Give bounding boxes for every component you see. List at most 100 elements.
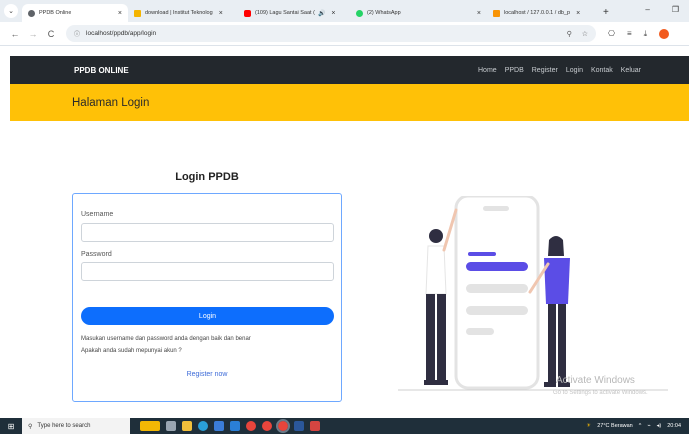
person-leg — [558, 304, 566, 382]
reading-list-icon[interactable]: ≡ — [627, 29, 632, 38]
audio-icon[interactable]: 🔊 — [318, 10, 325, 17]
phone-bar-accent — [466, 262, 528, 271]
taskbar-apps — [140, 419, 320, 433]
restore-icon[interactable]: ❐ — [672, 5, 679, 14]
word-icon[interactable] — [294, 421, 304, 431]
nav-link-ppdb[interactable]: PPDB — [505, 67, 524, 74]
nav-links: Home PPDB Register Login Kontak Keluar — [478, 67, 641, 74]
username-input[interactable] — [81, 223, 334, 242]
back-icon[interactable]: ← — [8, 29, 22, 39]
password-label: Password — [81, 251, 112, 258]
site-info-icon[interactable]: ⓘ — [74, 29, 80, 38]
phone-bar — [466, 284, 528, 293]
person-leg — [548, 304, 556, 382]
weather-icon: ☀ — [586, 423, 592, 429]
address-bar: ← → C ⓘ localhost/ppdb/app/login ⚲ ☆ ⎔ ≡… — [0, 22, 689, 46]
zoom-icon[interactable]: ⚲ — [567, 30, 572, 38]
globe-icon — [28, 9, 35, 17]
tab-whatsapp[interactable]: (2) WhatsApp × — [350, 4, 487, 22]
url-text: localhost/ppdb/app/login — [86, 30, 157, 37]
close-icon[interactable]: × — [477, 10, 481, 17]
system-tray: ☀ 27°C Berawan ^ ⌁ ◂) 20:04 — [586, 423, 681, 429]
weather-widget-icon[interactable] — [140, 421, 160, 431]
chrome-icon[interactable] — [246, 421, 256, 431]
close-icon[interactable]: × — [576, 10, 580, 17]
volume-icon[interactable]: ◂) — [657, 423, 662, 429]
download-icon[interactable]: ⤓ — [644, 29, 648, 39]
nav-link-home[interactable]: Home — [478, 67, 497, 74]
phone-bar — [466, 306, 528, 315]
tab-ppdb-online[interactable]: PPDB Online × — [22, 4, 128, 22]
profile-avatar[interactable] — [659, 28, 670, 39]
file-explorer-icon[interactable] — [182, 421, 192, 431]
youtube-icon — [244, 9, 251, 17]
chrome-profile-icon[interactable] — [262, 421, 272, 431]
tab-youtube[interactable]: (109) Lagu Santai Saat ( 🔊 × — [238, 4, 350, 22]
person-head — [429, 229, 443, 243]
nav-link-kontak[interactable]: Kontak — [591, 67, 613, 74]
person-arm — [442, 208, 458, 252]
person-shoe — [436, 380, 448, 385]
vscode-icon[interactable] — [230, 421, 240, 431]
login-button[interactable]: Login — [81, 307, 334, 325]
person-leg — [437, 294, 446, 380]
person-shoe — [424, 380, 436, 385]
activate-windows-subtitle: Go to Settings to activate Windows. — [553, 390, 648, 396]
store-icon[interactable] — [214, 421, 224, 431]
taskbar: ⊞ ⚲ Type here to search ☀ 27°C Berawan ^… — [0, 418, 689, 434]
taskbar-search[interactable]: ⚲ Type here to search — [22, 418, 130, 434]
bookmark-star-icon[interactable]: ☆ — [582, 30, 588, 38]
edge-icon[interactable] — [198, 421, 208, 431]
app-icon[interactable] — [310, 421, 320, 431]
account-question: Apakah anda sudah mepunyai akun ? — [81, 348, 182, 354]
login-illustration — [398, 196, 668, 391]
person-shoe — [544, 382, 556, 387]
site-navbar: PPDB ONLINE Home PPDB Register Login Kon… — [10, 56, 689, 84]
person-hair — [548, 236, 564, 256]
page-title: Halaman Login — [72, 96, 150, 109]
page-header: Halaman Login — [10, 84, 689, 121]
task-view-icon[interactable] — [166, 421, 176, 431]
login-title: Login PPDB — [175, 171, 239, 183]
new-tab-button[interactable]: + — [603, 7, 609, 18]
nav-link-keluar[interactable]: Keluar — [621, 67, 641, 74]
register-link[interactable]: Register now — [73, 371, 341, 378]
tab-search-button[interactable]: ⌄ — [4, 4, 18, 18]
close-icon[interactable]: × — [331, 10, 335, 17]
navbar-brand[interactable]: PPDB ONLINE — [74, 66, 129, 75]
whatsapp-icon — [356, 9, 363, 17]
url-input[interactable]: ⓘ localhost/ppdb/app/login ⚲ ☆ — [66, 25, 596, 42]
tab-phpmyadmin[interactable]: localhost / 127.0.0.1 / db_p × — [487, 4, 597, 22]
login-card: Username Password Login Masukan username… — [72, 193, 342, 402]
tray-chevron-icon[interactable]: ^ — [639, 423, 642, 429]
close-icon[interactable]: × — [118, 10, 122, 17]
clock[interactable]: 20:04 — [667, 423, 681, 429]
nav-link-register[interactable]: Register — [532, 67, 558, 74]
password-input[interactable] — [81, 262, 334, 281]
phone-bar-short — [466, 328, 494, 335]
login-instruction: Masukan username dan password anda denga… — [81, 336, 251, 342]
phone-speaker — [483, 206, 509, 211]
weather-text[interactable]: 27°C Berawan — [597, 423, 633, 429]
search-icon: ⚲ — [28, 423, 33, 430]
network-icon[interactable]: ⌁ — [647, 423, 650, 429]
extensions-icon[interactable]: ⎔ — [608, 29, 615, 38]
phone-line — [468, 252, 496, 256]
windows-start-icon[interactable]: ⊞ — [0, 418, 22, 434]
username-label: Username — [81, 211, 114, 218]
nav-link-login[interactable]: Login — [566, 67, 583, 74]
forward-icon[interactable]: → — [26, 29, 40, 39]
person-leg — [426, 294, 435, 380]
person-shirt — [425, 245, 447, 295]
tab-download[interactable]: download | Institut Teknolog × — [128, 4, 238, 22]
activate-windows-title: Activate Windows — [556, 375, 635, 386]
chrome-active-icon[interactable] — [276, 419, 290, 433]
window-controls: – ❐ — [645, 5, 679, 14]
folder-icon — [134, 9, 141, 17]
close-icon[interactable]: × — [219, 10, 223, 17]
reload-icon[interactable]: C — [44, 29, 58, 39]
phpmyadmin-icon — [493, 9, 500, 17]
minimize-icon[interactable]: – — [645, 5, 649, 14]
browser-tab-strip: ⌄ PPDB Online × download | Institut Tekn… — [0, 0, 689, 22]
search-placeholder: Type here to search — [37, 423, 91, 429]
